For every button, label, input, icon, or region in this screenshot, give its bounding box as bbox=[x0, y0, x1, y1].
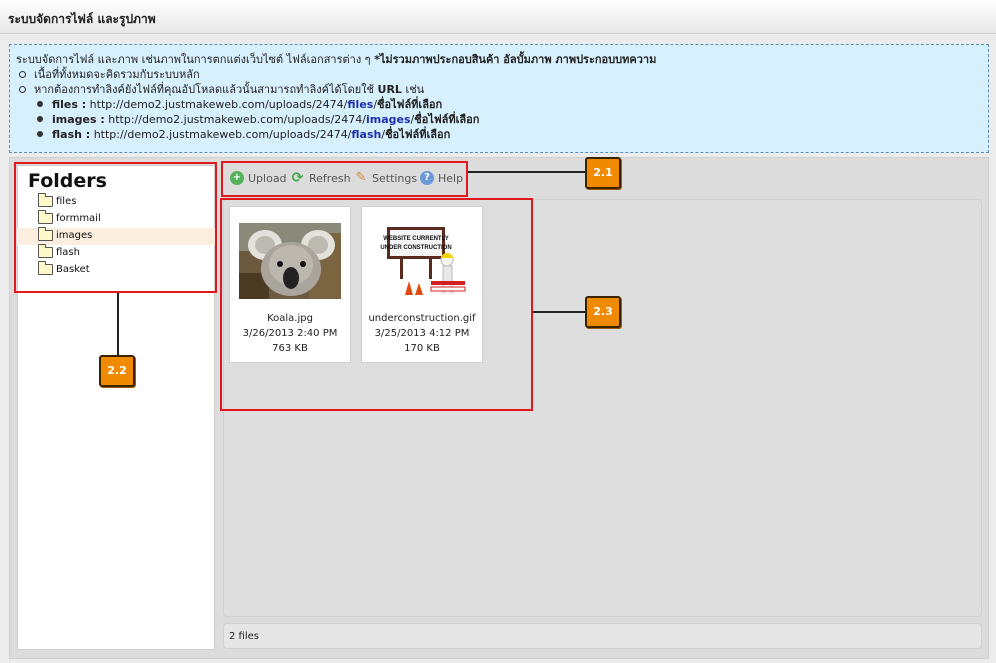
callout-box-files bbox=[220, 198, 533, 411]
info-intro: ระบบจัดการไฟล์ และภาพ เช่นภาพในการตกแต่ง… bbox=[16, 53, 657, 66]
file-count: 2 files bbox=[229, 631, 259, 642]
info-point-link: หากต้องการทำลิงค์ยังไฟล์ที่คุณอัปโหลดแล้… bbox=[16, 82, 982, 97]
callout-connector bbox=[533, 311, 586, 313]
url-files: files : http://demo2.justmakeweb.com/upl… bbox=[16, 97, 982, 112]
callout-badge-2-2: 2.2 bbox=[99, 355, 135, 387]
status-bar: 2 files bbox=[223, 623, 982, 649]
info-panel: ระบบจัดการไฟล์ และภาพ เช่นภาพในการตกแต่ง… bbox=[9, 44, 989, 153]
callout-badge-2-1: 2.1 bbox=[585, 157, 621, 189]
callout-connector bbox=[117, 293, 119, 355]
callout-connector bbox=[468, 171, 586, 173]
window-title: ระบบจัดการไฟล์ และรูปภาพ bbox=[8, 12, 156, 26]
url-flash: flash : http://demo2.justmakeweb.com/upl… bbox=[16, 127, 982, 142]
callout-box-toolbar bbox=[221, 161, 468, 197]
callout-badge-2-3: 2.3 bbox=[585, 296, 621, 328]
callout-box-folders bbox=[14, 162, 217, 293]
url-images: images : http://demo2.justmakeweb.com/up… bbox=[16, 112, 982, 127]
title-bar: ระบบจัดการไฟล์ และรูปภาพ bbox=[0, 0, 996, 34]
info-point-space: เนื้อที่ทั้งหมดจะคิดรวมกับระบบหลัก bbox=[16, 67, 982, 82]
info-list: เนื้อที่ทั้งหมดจะคิดรวมกับระบบหลัก หากต้… bbox=[16, 67, 982, 142]
